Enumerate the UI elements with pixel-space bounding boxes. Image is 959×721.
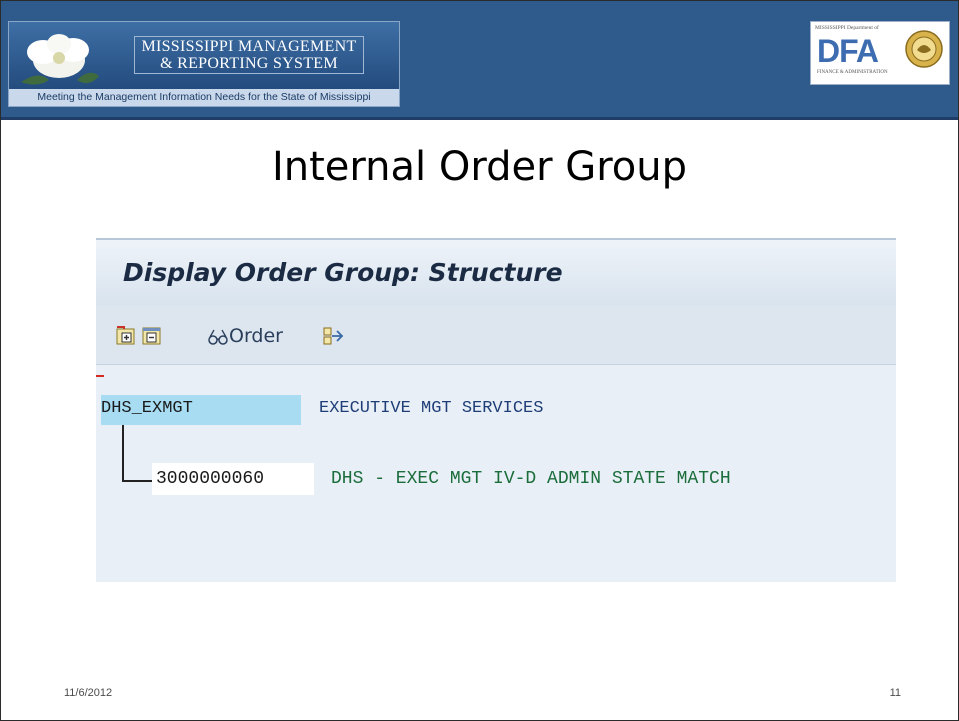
state-seal-icon (905, 30, 943, 68)
tree-node-child-description: DHS - EXEC MGT IV-D ADMIN STATE MATCH (331, 469, 731, 489)
sap-screen-title: Display Order Group: Structure (123, 258, 563, 287)
logo-title-line2: & REPORTING SYSTEM (160, 55, 338, 72)
magnolia-icon (21, 34, 99, 85)
logo-tagline: Meeting the Management Information Needs… (9, 89, 399, 106)
dfa-logo: MISSISSIPPI Department of DFA FINANCE & … (810, 21, 950, 85)
dfa-sub-text: FINANCE & ADMINISTRATION (817, 70, 888, 75)
tree-connector-vertical (122, 425, 124, 482)
logo-title-line1: MISSISSIPPI MANAGEMENT (141, 38, 357, 55)
slide-page-number: 11 (889, 687, 901, 699)
glasses-icon[interactable] (207, 328, 229, 346)
tree-node-root-id[interactable]: DHS_EXMGT (101, 399, 193, 418)
expand-subtree-icon[interactable] (116, 326, 136, 346)
dfa-top-text: MISSISSIPPI Department of (815, 25, 879, 31)
slide-date: 11/6/2012 (64, 687, 113, 699)
sap-toolbar: Order (96, 306, 896, 365)
dfa-letters: DFA (817, 33, 879, 69)
order-button[interactable]: Order (229, 325, 283, 347)
tree-connector-horizontal (122, 480, 154, 482)
sap-screenshot: Display Order Group: Structure Order DHS… (96, 238, 896, 582)
slide-title: Internal Order Group (271, 144, 688, 190)
tree-node-child-id[interactable]: 3000000060 (156, 469, 264, 489)
slide-frame: MISSISSIPPI MANAGEMENT & REPORTING SYSTE… (0, 0, 959, 721)
mmrs-logo: MISSISSIPPI MANAGEMENT & REPORTING SYSTE… (8, 21, 400, 107)
logo-title: MISSISSIPPI MANAGEMENT & REPORTING SYSTE… (109, 36, 389, 74)
sap-title-bar: Display Order Group: Structure (96, 238, 896, 306)
order-group-tree: DHS_EXMGT EXECUTIVE MGT SERVICES 3000000… (96, 365, 896, 582)
collapse-subtree-icon[interactable] (142, 326, 162, 346)
tree-node-root-description: EXECUTIVE MGT SERVICES (319, 399, 544, 418)
hierarchy-navigate-icon[interactable] (322, 325, 346, 347)
slide-header: MISSISSIPPI MANAGEMENT & REPORTING SYSTE… (1, 1, 958, 120)
cursor-marker (96, 375, 104, 377)
